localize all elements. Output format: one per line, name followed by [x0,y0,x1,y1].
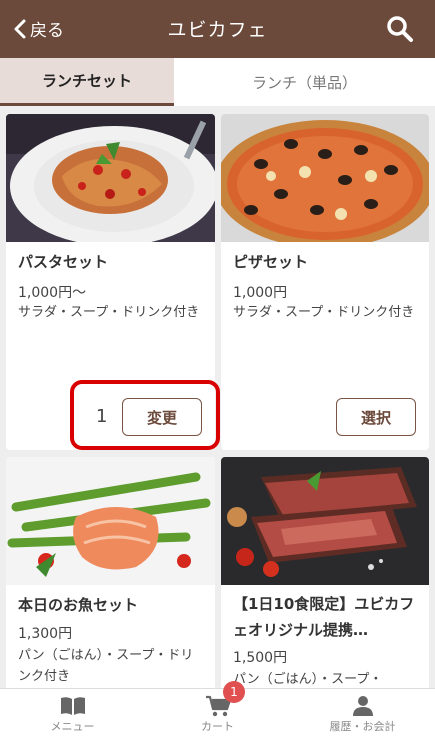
menu-card-fish[interactable]: 本日のお魚セット 1,300円 パン（ごはん）・スープ・ドリンク付き [6,457,215,697]
card-title: パスタセット [18,253,109,271]
card-title: 【1日10食限定】ユビカフェオリジナル提携… [233,595,415,639]
card-title: ピザセット [233,253,309,271]
card-price: 1,500円 [233,650,288,666]
nav-menu[interactable]: メニュー [0,689,145,740]
select-button[interactable]: 選択 [336,398,416,436]
highlight-box [70,380,220,450]
cart-badge: 1 [223,681,245,703]
card-description: サラダ・スープ・ドリンク付き [233,305,415,320]
card-description: パン（ごはん）・スープ・ドリンク付き [18,648,194,684]
nav-history[interactable]: 履歴・お会計 [290,689,435,740]
menu-card-pizza[interactable]: ピザセット 1,000円 サラダ・スープ・ドリンク付き 選択 [221,114,429,450]
menu-card-steak[interactable]: 【1日10食限定】ユビカフェオリジナル提携… 1,500円 パン（ごはん）・スー… [221,457,429,697]
nav-cart-label: カート [201,720,234,733]
person-icon [352,696,373,716]
page-title: ユビカフェ [167,19,268,41]
card-price: 1,300円 [18,626,73,642]
card-price: 1,000円 [233,285,288,301]
steak-image [221,457,429,585]
card-price: 1,000円〜 [18,285,87,301]
tab-lunch-single[interactable]: ランチ（単品） [174,58,435,106]
nav-history-label: 履歴・お会計 [329,720,396,733]
pasta-image [6,114,215,242]
tab-lunch-set[interactable]: ランチセット [0,58,174,106]
bottom-nav: メニュー 1 カート 履歴・お会計 [0,681,435,740]
card-title: 本日のお魚セット [18,596,139,614]
pizza-image [221,114,429,242]
book-icon [60,697,85,715]
nav-cart[interactable]: 1 カート [145,681,290,740]
card-description: サラダ・スープ・ドリンク付き [18,305,200,320]
card-description: パン（ごはん）・スープ・ [233,672,383,687]
search-icon[interactable] [385,14,415,44]
fish-image [6,457,215,585]
nav-menu-label: メニュー [50,720,95,733]
app-header: 戻る ユビカフェ [0,0,435,58]
tab-bar: ランチセット ランチ（単品） [0,58,435,106]
